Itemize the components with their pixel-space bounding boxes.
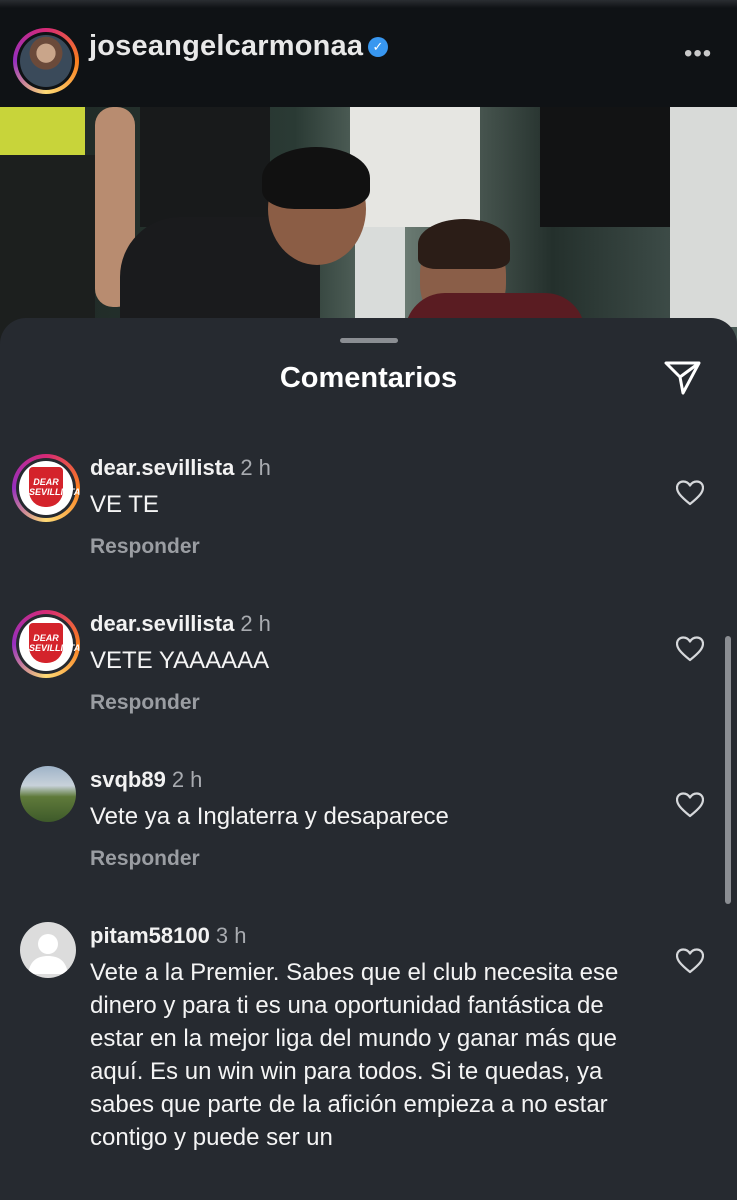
comment-header: svqb89 2 h [90, 767, 202, 793]
commenter-avatar[interactable]: DEAR SEVILLISTA [12, 454, 80, 522]
photo-player-leg [355, 227, 405, 327]
more-options-icon[interactable]: ••• [684, 42, 712, 66]
photo-player-dark [540, 107, 670, 227]
comment-username[interactable]: dear.sevillista [90, 611, 234, 636]
comment-username[interactable]: svqb89 [90, 767, 166, 792]
commenter-avatar[interactable] [20, 766, 76, 822]
status-bar-remnant [0, 0, 737, 8]
photo-player-hair [418, 219, 510, 269]
dear-logo-text: DEAR SEVILLISTA [29, 477, 80, 497]
comment-time: 2 h [240, 611, 271, 636]
dear-sevillista-logo: DEAR SEVILLISTA [19, 617, 80, 671]
verified-badge-icon: ✓ [368, 37, 388, 57]
sheet-title: Comentarios [279, 362, 458, 394]
default-user-icon [28, 934, 68, 974]
scrollbar[interactable] [725, 636, 731, 904]
comment-time: 2 h [171, 767, 203, 792]
photo-figure-dark [140, 107, 270, 227]
commenter-avatar[interactable]: DEAR SEVILLISTA [12, 610, 80, 678]
dear-sevillista-logo: DEAR SEVILLISTA [19, 461, 80, 515]
send-icon[interactable] [664, 360, 702, 396]
photo-player-right [670, 107, 737, 327]
photo-referee-hair [262, 147, 370, 209]
avatar-ring-gap: DEAR SEVILLISTA [16, 614, 80, 674]
profile-photo [20, 35, 72, 87]
comment-text: Vete a la Premier. Sabes que el club nec… [90, 959, 619, 1151]
avatar-ring-gap: DEAR SEVILLISTA [16, 458, 80, 518]
comment-header: dear.sevillista 2 h [90, 611, 271, 637]
profile-avatar-inner [17, 32, 75, 90]
comment-header: pitam58100 3 h [90, 923, 246, 949]
comment-text: VETE YAAAAAA [90, 647, 270, 674]
reply-button[interactable]: Responder [90, 847, 200, 871]
commenter-avatar[interactable] [20, 922, 76, 978]
comment-header: dear.sevillista 2 h [90, 455, 271, 481]
sheet-grabber[interactable] [340, 338, 398, 343]
dear-shield: DEAR SEVILLISTA [29, 623, 80, 663]
dear-logo-text: DEAR SEVILLISTA [29, 633, 80, 653]
comment-time: 3 h [215, 923, 247, 948]
comment-text: Vete ya a Inglaterra y desaparece [90, 803, 449, 830]
comment-time: 2 h [240, 455, 271, 480]
comment-text: VE TE [90, 491, 159, 518]
heart-icon[interactable] [676, 948, 704, 974]
profile-avatar[interactable] [13, 28, 79, 94]
post-username[interactable]: joseangelcarmonaa [89, 30, 363, 63]
comment-username[interactable]: pitam58100 [90, 923, 210, 948]
post-header: joseangelcarmonaa ✓ ••• [0, 0, 737, 107]
heart-icon[interactable] [676, 480, 704, 506]
photo-player-white [350, 107, 480, 227]
heart-icon[interactable] [676, 792, 704, 818]
heart-icon[interactable] [676, 636, 704, 662]
reply-button[interactable]: Responder [90, 535, 200, 559]
comment-username[interactable]: dear.sevillista [90, 455, 234, 480]
photo-linesman-shirt [0, 107, 85, 155]
post-photo[interactable] [0, 107, 737, 347]
dear-shield: DEAR SEVILLISTA [29, 467, 80, 507]
reply-button[interactable]: Responder [90, 691, 200, 715]
